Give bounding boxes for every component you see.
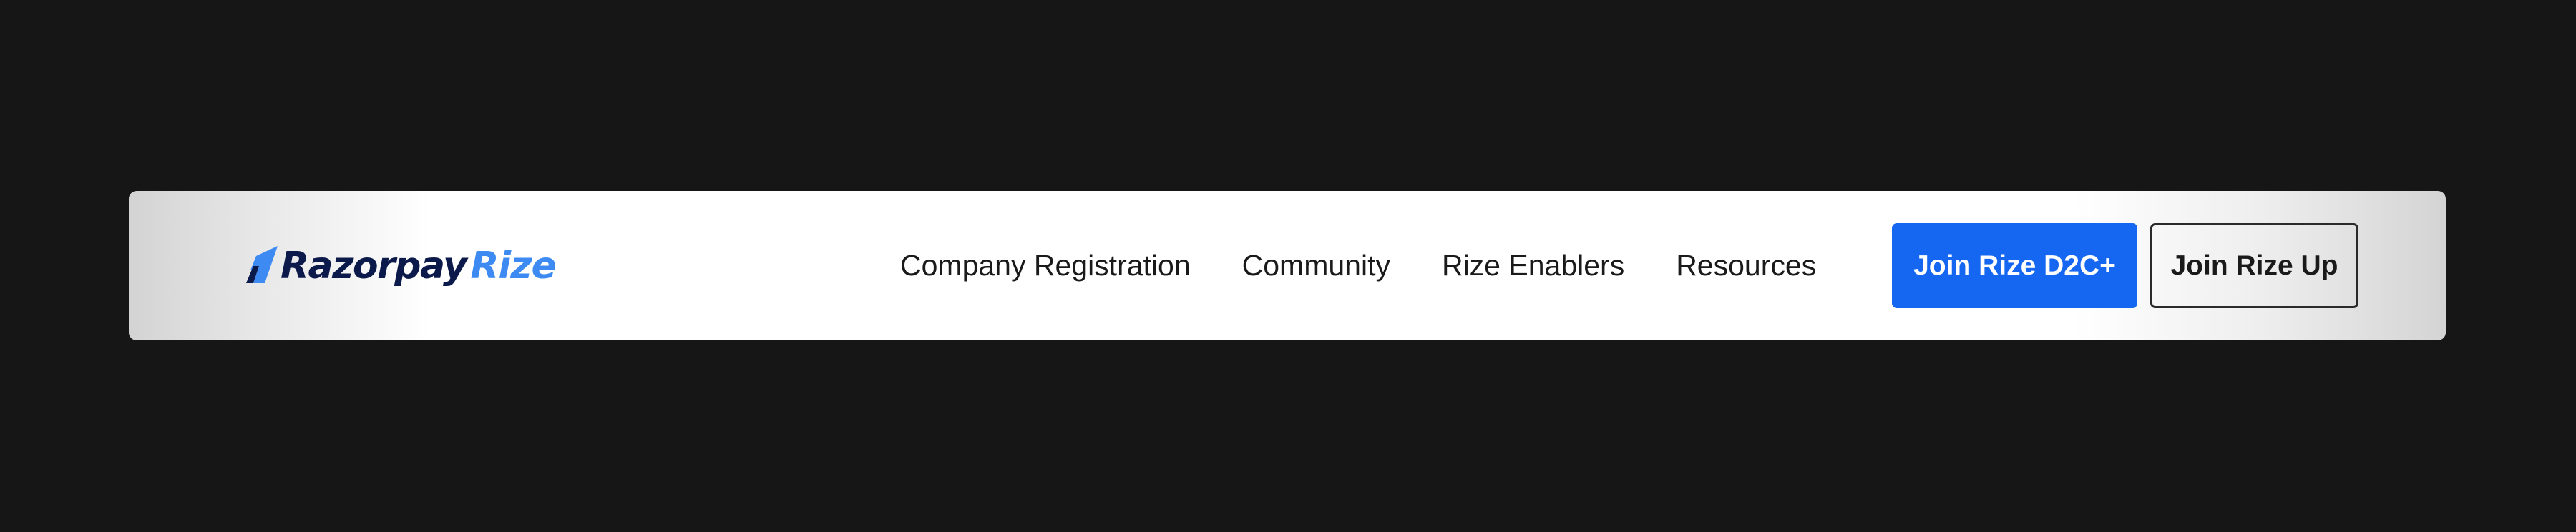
logo-brand-text: Razorpay bbox=[280, 244, 467, 287]
nav-resources[interactable]: Resources bbox=[1676, 249, 1816, 282]
nav-rize-enablers[interactable]: Rize Enablers bbox=[1442, 249, 1624, 282]
main-nav: Company Registration Community Rize Enab… bbox=[900, 191, 1868, 340]
join-rize-up-button[interactable]: Join Rize Up bbox=[2150, 223, 2358, 308]
nav-company-registration[interactable]: Company Registration bbox=[900, 249, 1191, 282]
page: Razorpay Rize Company Registration Commu… bbox=[0, 0, 2576, 532]
nav-community[interactable]: Community bbox=[1242, 249, 1390, 282]
top-navbar: Razorpay Rize Company Registration Commu… bbox=[129, 191, 2446, 340]
join-rize-d2c-button[interactable]: Join Rize D2C+ bbox=[1892, 223, 2137, 308]
razorpay-logo-icon bbox=[246, 245, 278, 283]
logo-home-link[interactable]: Razorpay Rize bbox=[246, 191, 557, 340]
logo-product-text: Rize bbox=[470, 244, 556, 287]
